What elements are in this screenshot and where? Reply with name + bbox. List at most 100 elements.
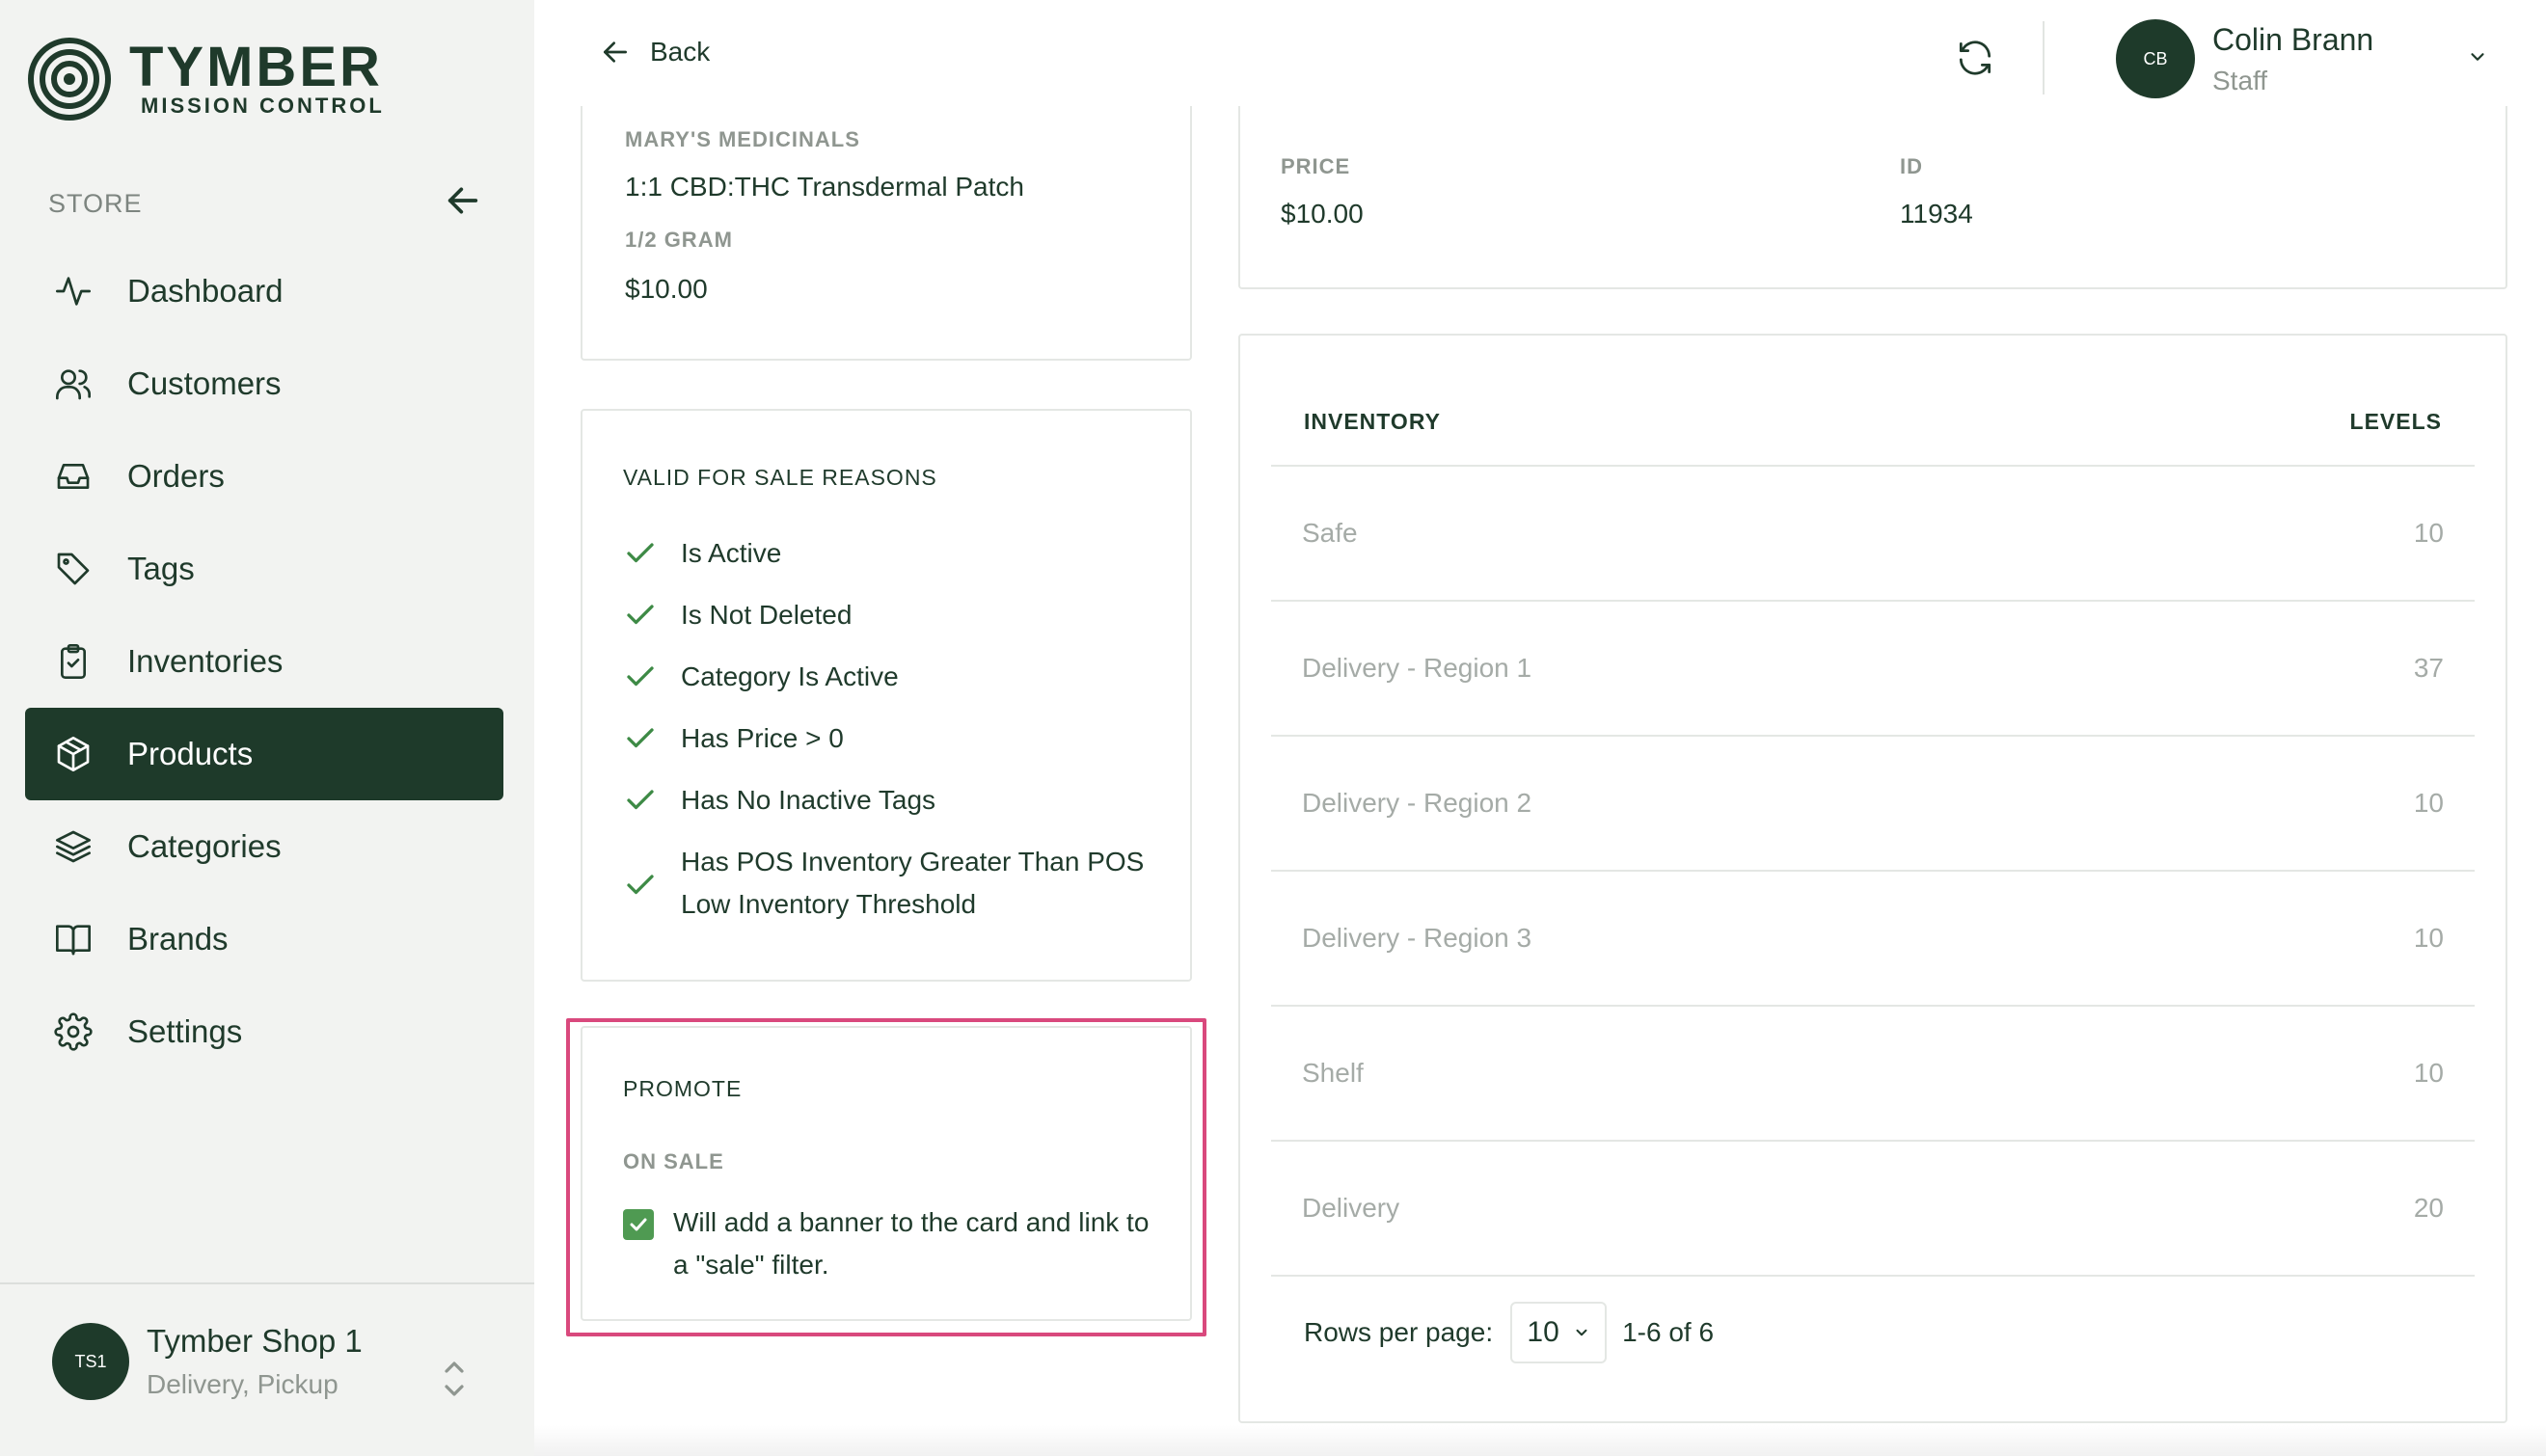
reason-item: Is Active xyxy=(623,536,1161,575)
header-divider xyxy=(2043,21,2045,94)
sidebar-section-label: STORE xyxy=(48,189,143,218)
table-row[interactable]: Delivery - Region 1 37 xyxy=(1271,600,2475,735)
sidebar-item-label: Tags xyxy=(127,551,195,586)
sidebar-item-label: Brands xyxy=(127,921,229,957)
price-label: PRICE xyxy=(1281,154,1351,178)
shop-name: Tymber Shop 1 xyxy=(147,1323,363,1359)
book-open-icon xyxy=(50,916,96,962)
inventory-name: Delivery - Region 3 xyxy=(1302,923,1532,953)
reason-label: Has POS Inventory Greater Than POS Low I… xyxy=(681,847,1145,919)
id-value: 11934 xyxy=(1900,199,1973,229)
table-row[interactable]: Delivery - Region 2 10 xyxy=(1271,735,2475,870)
inventory-table-body: Safe 10 Delivery - Region 1 37 Delivery … xyxy=(1271,465,2475,1275)
sidebar-item-label: Dashboard xyxy=(127,273,284,309)
user-avatar: CB xyxy=(2116,19,2195,98)
product-details-card: PRICE $10.00 ID 11934 xyxy=(1238,106,2507,289)
shop-switcher-toggle[interactable] xyxy=(440,1356,469,1402)
inventory-level: 10 xyxy=(2413,788,2444,818)
sidebar-item-label: Categories xyxy=(127,828,282,864)
reason-label: Category Is Active xyxy=(681,661,899,691)
arrow-left-icon xyxy=(604,41,627,63)
reason-label: Has No Inactive Tags xyxy=(681,785,936,815)
rows-per-page-select[interactable]: 10 xyxy=(1510,1302,1608,1363)
sidebar-nav: Dashboard Customers Orders Tags Inventor… xyxy=(25,245,503,1078)
table-row[interactable]: Delivery 20 xyxy=(1271,1140,2475,1275)
product-name: 1:1 CBD:THC Transdermal Patch xyxy=(625,172,1024,202)
sidebar-item-label: Inventories xyxy=(127,643,284,679)
checkmark-icon xyxy=(627,543,654,563)
on-sale-description: Will add a banner to the card and link t… xyxy=(673,1207,1150,1280)
reason-item: Is Not Deleted xyxy=(623,598,1161,636)
inventory-name: Delivery - Region 1 xyxy=(1302,653,1532,683)
user-menu[interactable]: CB Colin Brann Staff xyxy=(2116,19,2373,98)
sidebar-item-categories[interactable]: Categories xyxy=(25,800,503,893)
collapse-sidebar-button[interactable] xyxy=(440,179,486,222)
inventory-name: Shelf xyxy=(1302,1058,1364,1088)
sidebar-item-customers[interactable]: Customers xyxy=(25,337,503,430)
checkmark-icon xyxy=(627,875,654,895)
tymber-logo-icon xyxy=(28,38,111,121)
arrow-left-icon xyxy=(447,187,478,214)
inventory-level: 10 xyxy=(2413,1058,2444,1088)
gear-icon xyxy=(50,1009,96,1055)
reason-label: Has Price > 0 xyxy=(681,723,844,753)
sidebar-divider xyxy=(0,1282,534,1284)
sidebar-item-products[interactable]: Products xyxy=(25,708,503,800)
user-menu-toggle[interactable] xyxy=(2463,42,2492,71)
inventory-name: Delivery xyxy=(1302,1193,1400,1223)
inbox-icon xyxy=(50,453,96,499)
inventory-table-header: INVENTORY LEVELS xyxy=(1304,409,2442,435)
inventory-card: INVENTORY LEVELS Safe 10 Delivery - Regi… xyxy=(1238,334,2507,1423)
brand-logo[interactable]: TYMBER MISSION CONTROL xyxy=(27,37,385,121)
shop-switcher[interactable]: TS1 Tymber Shop 1 Delivery, Pickup xyxy=(52,1323,363,1400)
layers-icon xyxy=(50,823,96,870)
inventory-name: Delivery - Region 2 xyxy=(1302,788,1532,818)
product-price: $10.00 xyxy=(625,274,708,304)
chevron-up-down-icon xyxy=(445,1362,464,1396)
shop-avatar: TS1 xyxy=(52,1323,129,1400)
product-size: 1/2 GRAM xyxy=(625,228,733,252)
inventory-level: 20 xyxy=(2413,1193,2444,1223)
user-name: Colin Brann xyxy=(2212,21,2374,57)
reason-label: Is Active xyxy=(681,538,782,568)
sidebar-item-tags[interactable]: Tags xyxy=(25,523,503,615)
on-sale-checkbox[interactable] xyxy=(623,1209,654,1240)
table-row[interactable]: Shelf 10 xyxy=(1271,1005,2475,1140)
reason-item: Has POS Inventory Greater Than POS Low I… xyxy=(623,845,1161,926)
table-row[interactable]: Delivery - Region 3 10 xyxy=(1271,870,2475,1005)
bottom-scroll-shadow xyxy=(534,1425,2546,1456)
back-label: Back xyxy=(650,37,711,67)
checkmark-icon xyxy=(627,666,654,687)
table-row[interactable]: Safe 10 xyxy=(1271,465,2475,600)
checkmark-icon xyxy=(627,728,654,748)
brand-subtitle: MISSION CONTROL xyxy=(141,94,385,118)
clipboard-check-icon xyxy=(50,638,96,685)
sidebar-item-dashboard[interactable]: Dashboard xyxy=(25,245,503,337)
promote-card: PROMOTE ON SALE Will add a banner to the… xyxy=(581,1026,1192,1321)
sidebar-item-label: Settings xyxy=(127,1013,243,1049)
sidebar-item-inventories[interactable]: Inventories xyxy=(25,615,503,708)
tag-icon xyxy=(50,546,96,592)
refresh-icon xyxy=(1959,40,1991,75)
chevron-down-icon xyxy=(1576,1329,1587,1336)
inventory-level: 37 xyxy=(2413,653,2444,683)
refresh-button[interactable] xyxy=(1950,33,2000,83)
valid-for-sale-card: VALID FOR SALE REASONS Is Active Is Not … xyxy=(581,409,1192,982)
activity-icon xyxy=(50,268,96,314)
price-value: $10.00 xyxy=(1281,199,1364,229)
sidebar: TYMBER MISSION CONTROL STORE Dashboard C… xyxy=(0,0,534,1456)
checkmark-icon xyxy=(627,605,654,625)
users-icon xyxy=(50,361,96,407)
valid-for-sale-title: VALID FOR SALE REASONS xyxy=(623,465,937,490)
sidebar-item-label: Customers xyxy=(127,365,282,401)
sidebar-item-brands[interactable]: Brands xyxy=(25,893,503,985)
back-button[interactable]: Back xyxy=(600,37,710,67)
id-label: ID xyxy=(1900,154,1923,178)
sidebar-item-settings[interactable]: Settings xyxy=(25,985,503,1078)
inventory-level: 10 xyxy=(2413,923,2444,953)
rows-per-page-label: Rows per page: xyxy=(1304,1317,1494,1347)
sidebar-item-orders[interactable]: Orders xyxy=(25,430,503,523)
product-summary-card: MARY'S MEDICINALS 1:1 CBD:THC Transderma… xyxy=(581,106,1192,361)
brand-title: TYMBER xyxy=(129,36,383,98)
pagination: Rows per page: 10 1-6 of 6 xyxy=(1304,1302,1714,1363)
